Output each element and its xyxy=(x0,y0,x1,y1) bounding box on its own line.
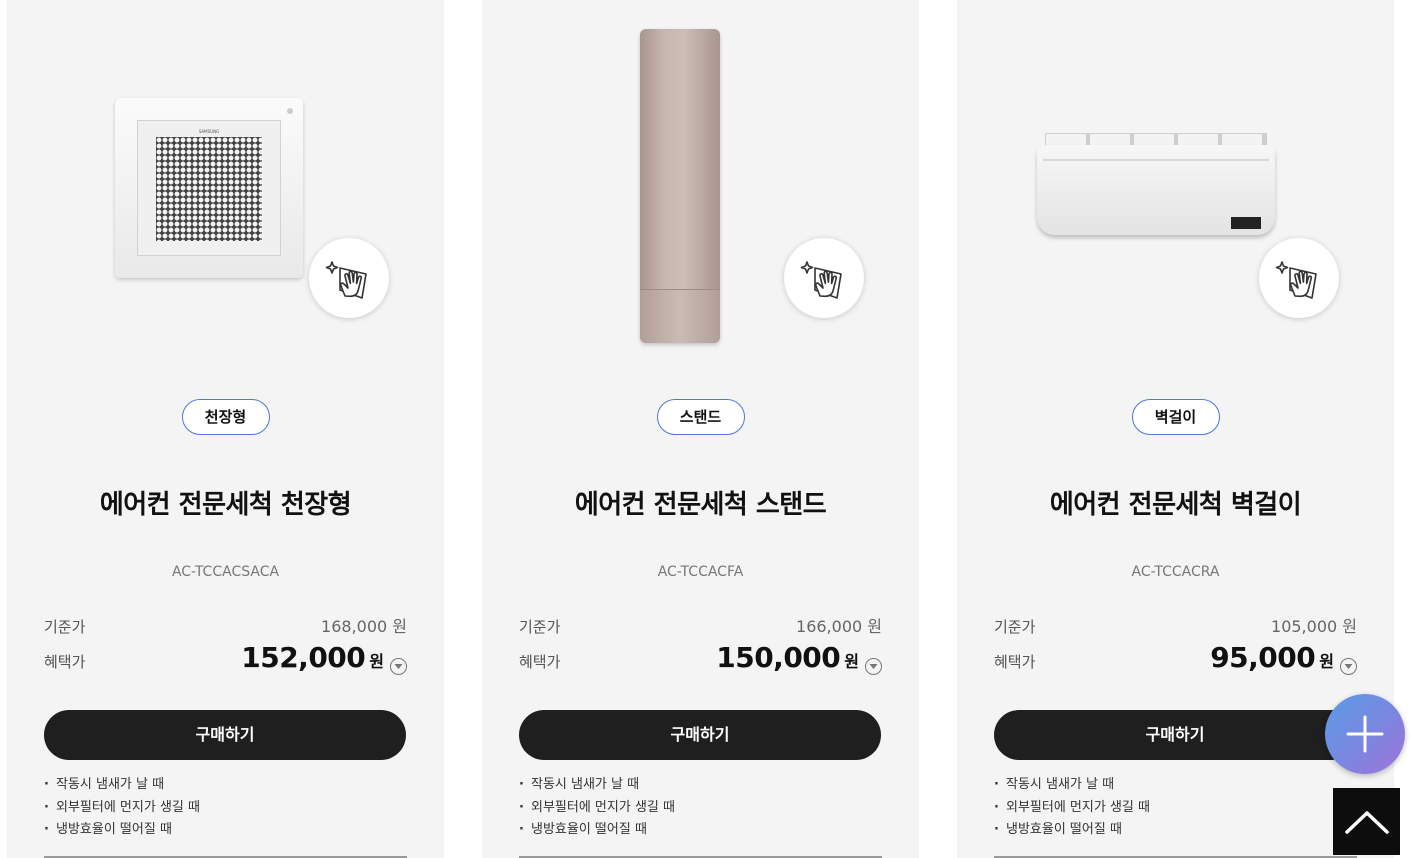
ceiling-ac-image: SAMSUNG xyxy=(115,98,303,278)
benefit-price-row: 혜택가 150,000 원 xyxy=(519,641,882,675)
list-item: 냉방효율이 떨어질 때 xyxy=(44,819,200,842)
base-price-value: 166,000 원 xyxy=(796,617,882,636)
base-price-label: 기준가 xyxy=(519,618,561,636)
cleaning-hand-icon xyxy=(1259,238,1339,318)
cleaning-hand-icon xyxy=(784,238,864,318)
benefit-price-value: 152,000 xyxy=(241,641,366,674)
list-item: 외부필터에 먼지가 생길 때 xyxy=(519,797,675,820)
cleaning-hand-icon xyxy=(309,238,389,318)
wall-ac-image xyxy=(1037,133,1275,239)
add-floating-button[interactable] xyxy=(1325,694,1405,774)
product-type-tag: 스탠드 xyxy=(656,399,745,435)
product-card: 스탠드 에어컨 전문세척 스탠드 AC-TCCACFA 기준가 166,000 … xyxy=(482,0,919,858)
buy-button[interactable]: 구매하기 xyxy=(994,710,1356,760)
benefit-price-unit: 원 xyxy=(844,652,859,671)
buy-button[interactable]: 구매하기 xyxy=(519,710,881,760)
benefit-price-label: 혜택가 xyxy=(519,653,561,671)
benefit-price-value: 150,000 xyxy=(716,641,841,674)
feature-list: 작동시 냄새가 날 때 외부필터에 먼지가 생길 때 냉방효율이 떨어질 때 xyxy=(44,774,200,842)
product-title[interactable]: 에어컨 전문세척 스탠드 xyxy=(482,484,919,521)
product-type-tag: 벽걸이 xyxy=(1131,399,1220,435)
benefit-price-label: 혜택가 xyxy=(994,653,1036,671)
chevron-up-icon xyxy=(1344,810,1389,834)
chevron-down-circle-icon[interactable] xyxy=(1340,658,1357,675)
list-item: 외부필터에 먼지가 생길 때 xyxy=(994,797,1150,820)
chevron-down-circle-icon[interactable] xyxy=(390,658,407,675)
list-item: 외부필터에 먼지가 생길 때 xyxy=(44,797,200,820)
base-price-row: 기준가 168,000 원 xyxy=(44,613,407,637)
product-image-area[interactable]: SAMSUNG xyxy=(7,0,444,370)
list-item: 작동시 냄새가 날 때 xyxy=(519,774,675,797)
product-model-code: AC-TCCACRA xyxy=(1131,564,1220,580)
base-price-value: 168,000 원 xyxy=(321,617,407,636)
benefit-price-value: 95,000 xyxy=(1210,641,1316,674)
scroll-to-top-button[interactable] xyxy=(1333,788,1400,855)
list-item: 작동시 냄새가 날 때 xyxy=(994,774,1150,797)
product-model-code: AC-TCCACFA xyxy=(657,564,744,580)
product-type-tag: 천장형 xyxy=(181,399,270,435)
base-price-label: 기준가 xyxy=(994,618,1036,636)
base-price-label: 기준가 xyxy=(44,618,86,636)
plus-icon xyxy=(1346,715,1384,753)
base-price-row: 기준가 166,000 원 xyxy=(519,613,882,637)
feature-list: 작동시 냄새가 날 때 외부필터에 먼지가 생길 때 냉방효율이 떨어질 때 xyxy=(994,774,1150,842)
base-price-value: 105,000 원 xyxy=(1271,617,1357,636)
stand-ac-image xyxy=(640,29,720,343)
benefit-price-row: 혜택가 152,000 원 xyxy=(44,641,407,675)
product-model-code: AC-TCCACSACA xyxy=(171,564,280,580)
buy-button[interactable]: 구매하기 xyxy=(44,710,406,760)
base-price-row: 기준가 105,000 원 xyxy=(994,613,1357,637)
benefit-price-unit: 원 xyxy=(369,652,384,671)
product-card: SAMSUNG 천장형 에어컨 전문세척 천장형 AC-TCCACSACA 기준… xyxy=(7,0,444,858)
list-item: 작동시 냄새가 날 때 xyxy=(44,774,200,797)
benefit-price-unit: 원 xyxy=(1319,652,1334,671)
list-item: 냉방효율이 떨어질 때 xyxy=(519,819,675,842)
product-card-list: SAMSUNG 천장형 에어컨 전문세척 천장형 AC-TCCACSACA 기준… xyxy=(0,0,1410,858)
product-image-area[interactable] xyxy=(957,0,1394,370)
product-title[interactable]: 에어컨 전문세척 벽걸이 xyxy=(957,484,1394,521)
list-item: 냉방효율이 떨어질 때 xyxy=(994,819,1150,842)
chevron-down-circle-icon[interactable] xyxy=(865,658,882,675)
product-image-area[interactable] xyxy=(482,0,919,370)
benefit-price-row: 혜택가 95,000 원 xyxy=(994,641,1357,675)
benefit-price-label: 혜택가 xyxy=(44,653,86,671)
product-title[interactable]: 에어컨 전문세척 천장형 xyxy=(7,484,444,521)
feature-list: 작동시 냄새가 날 때 외부필터에 먼지가 생길 때 냉방효율이 떨어질 때 xyxy=(519,774,675,842)
